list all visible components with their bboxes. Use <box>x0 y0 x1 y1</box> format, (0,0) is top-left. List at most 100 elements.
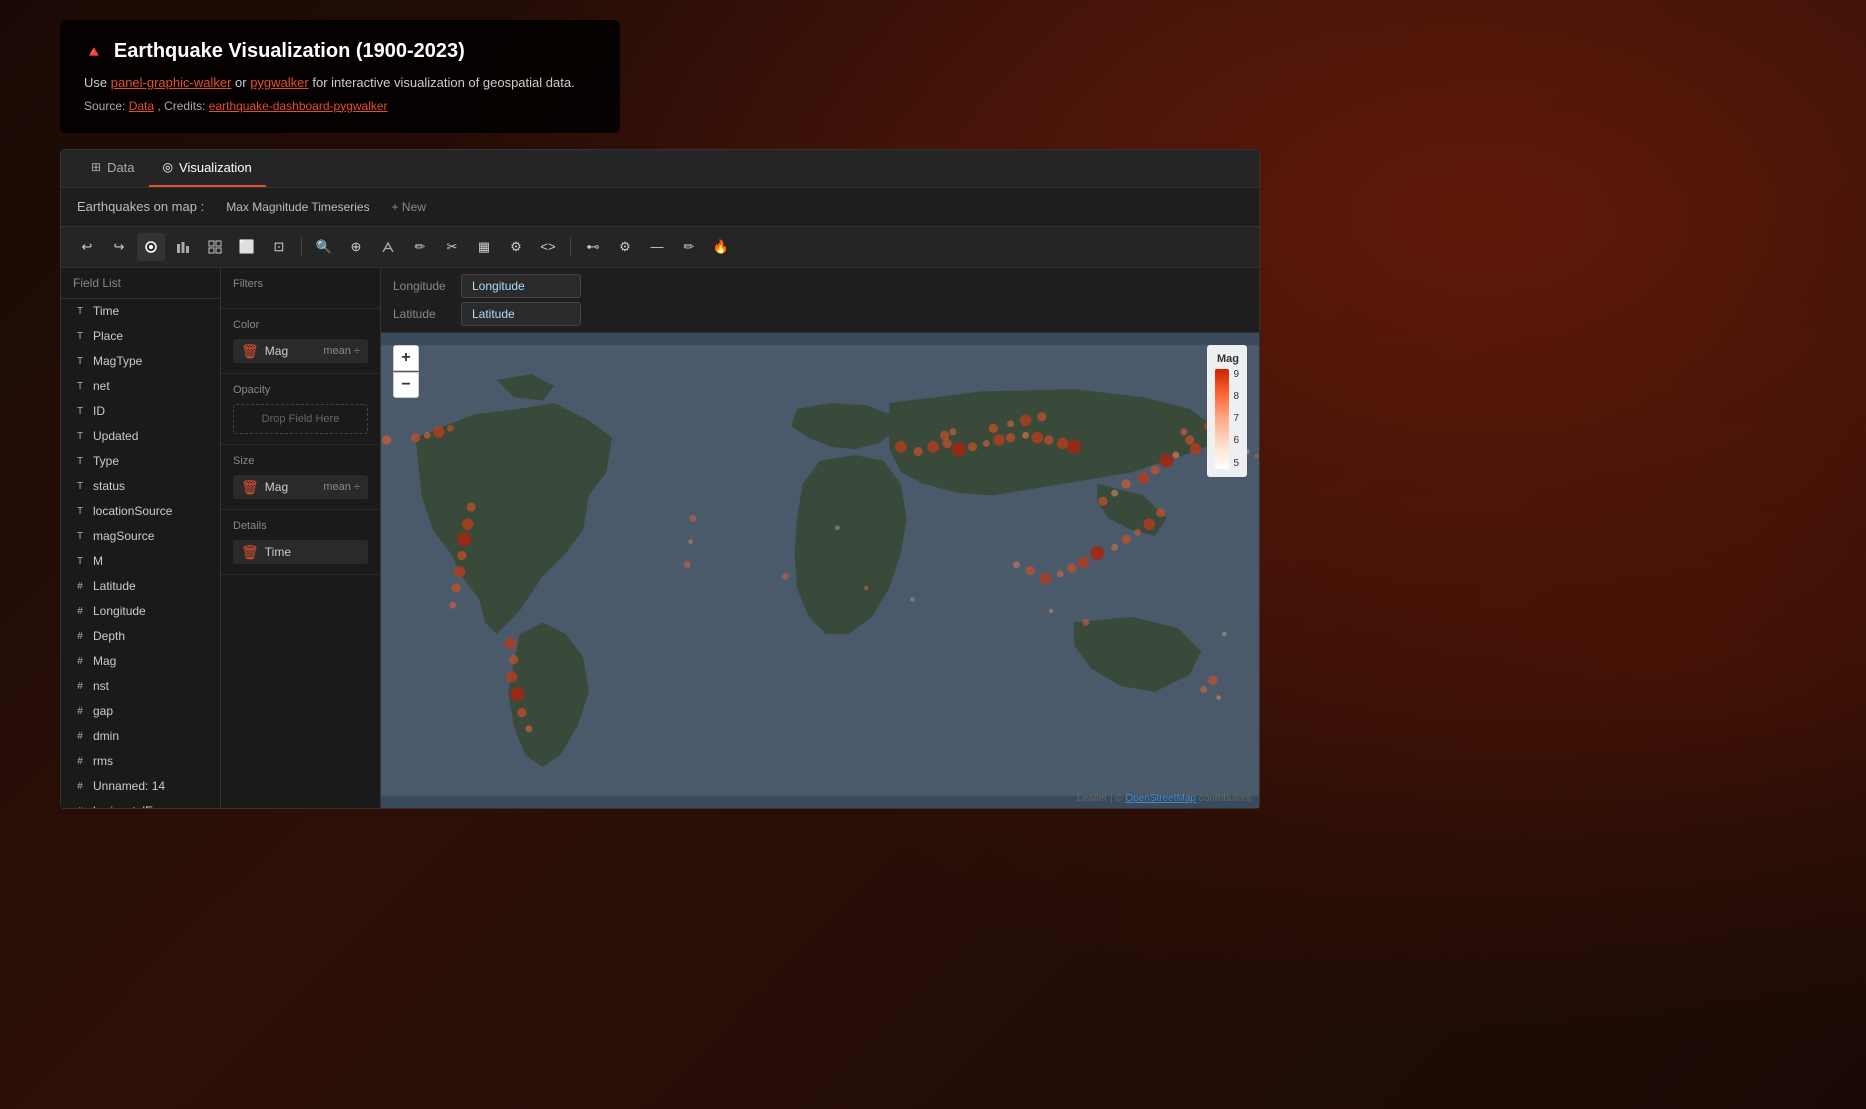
map-attribution: Leaflet | © OpenStreetMap contributors <box>1077 793 1251 804</box>
main-panel: ⊞ Data ◎ Visualization Earthquakes on ma… <box>60 149 1260 809</box>
field-item[interactable]: TM⋮ <box>61 549 220 574</box>
toolbar-chart-type-3[interactable] <box>201 233 229 261</box>
field-item[interactable]: Tstatus⋮ <box>61 474 220 499</box>
details-chip-delete[interactable]: 🗑 <box>241 545 259 559</box>
toolbar-brush[interactable]: — <box>643 233 671 261</box>
field-item[interactable]: #Mag⋮ <box>61 649 220 674</box>
field-item[interactable]: #horizontalError⋮ <box>61 799 220 808</box>
header-box: 🔺 Earthquake Visualization (1900-2023) U… <box>60 20 620 133</box>
field-type-icon: T <box>73 331 87 342</box>
toolbar-settings-1[interactable]: ⚙ <box>502 233 530 261</box>
legend-value: 6 <box>1233 435 1239 446</box>
field-list-panel: Field List TTime⋮TPlace⋮TMagType⋮Tnet⋮TI… <box>61 268 221 808</box>
toolbar-sep-2 <box>570 237 571 257</box>
toolbar-redo[interactable]: ↪ <box>105 233 133 261</box>
field-item[interactable]: #nst⋮ <box>61 674 220 699</box>
field-type-icon: T <box>73 406 87 417</box>
tabs-bar: ⊞ Data ◎ Visualization <box>61 150 1259 188</box>
field-item[interactable]: TMagType⋮ <box>61 349 220 374</box>
field-type-icon: # <box>73 806 87 808</box>
field-name-label: ID <box>93 404 105 418</box>
field-item[interactable]: #Depth⋮ <box>61 624 220 649</box>
field-name-label: gap <box>93 704 113 718</box>
field-type-icon: T <box>73 306 87 317</box>
map-controls: + − <box>393 345 419 398</box>
size-chip[interactable]: 🗑 Mag mean ÷ <box>233 475 368 499</box>
field-item[interactable]: TID⋮ <box>61 399 220 424</box>
map-container[interactable]: + − Mag 98765 Leaflet | © <box>381 333 1259 808</box>
panel-graphic-walker-link[interactable]: panel-graphic-walker <box>111 75 232 90</box>
field-name-label: M <box>93 554 103 568</box>
field-item[interactable]: TType⋮ <box>61 449 220 474</box>
page-title: Earthquake Visualization (1900-2023) <box>114 40 465 63</box>
field-item[interactable]: TlocationSource⋮ <box>61 499 220 524</box>
latitude-label: Latitude <box>393 307 453 321</box>
color-chip[interactable]: 🗑 Mag mean ÷ <box>233 339 368 363</box>
toolbar-mode-1[interactable]: ⊕ <box>342 233 370 261</box>
longitude-field[interactable]: Longitude <box>461 274 581 298</box>
toolbar-table[interactable]: ⊡ <box>265 233 293 261</box>
toolbar: ↩ ↪ ⬜ ⊡ 🔍 ⊕ ✏ ✂ ▦ ⚙ <> ⊷ <box>61 227 1259 268</box>
field-item[interactable]: #dmin⋮ <box>61 724 220 749</box>
toolbar-pen[interactable]: ✏ <box>406 233 434 261</box>
size-label: Size <box>233 455 368 467</box>
legend-bar <box>1215 369 1229 469</box>
field-item[interactable]: TTime⋮ <box>61 299 220 324</box>
filters-label: Filters <box>233 278 368 290</box>
toolbar-mode-2[interactable] <box>374 233 402 261</box>
toolbar-zoom-in[interactable]: 🔍 <box>310 233 338 261</box>
field-item[interactable]: TmagSource⋮ <box>61 524 220 549</box>
details-chip[interactable]: 🗑 Time <box>233 540 368 564</box>
details-section: Details 🗑 Time <box>221 510 380 575</box>
field-item[interactable]: TUpdated⋮ <box>61 424 220 449</box>
field-item[interactable]: TPlace⋮ <box>61 324 220 349</box>
toolbar-grid[interactable]: ▦ <box>470 233 498 261</box>
opacity-label: Opacity <box>233 384 368 396</box>
toolbar-code[interactable]: <> <box>534 233 562 261</box>
subtabs-bar: Earthquakes on map : Max Magnitude Times… <box>61 188 1259 227</box>
toolbar-copy[interactable]: ⬜ <box>233 233 261 261</box>
world-map-svg <box>381 333 1259 808</box>
toolbar-chart-type-2[interactable] <box>169 233 197 261</box>
toolbar-edit[interactable]: ✏ <box>675 233 703 261</box>
zoom-in-button[interactable]: + <box>393 345 419 371</box>
toolbar-link[interactable]: ⊷ <box>579 233 607 261</box>
tab-data[interactable]: ⊞ Data <box>77 150 149 187</box>
latitude-field[interactable]: Latitude <box>461 302 581 326</box>
color-chip-delete[interactable]: 🗑 <box>241 344 259 358</box>
toolbar-settings-2[interactable]: ⚙ <box>611 233 639 261</box>
data-link[interactable]: Data <box>129 99 154 113</box>
field-type-icon: T <box>73 556 87 567</box>
field-type-icon: # <box>73 681 87 692</box>
credits-link[interactable]: earthquake-dashboard-pygwalker <box>209 99 388 113</box>
size-chip-agg: mean ÷ <box>323 481 360 493</box>
tab-visualization[interactable]: ◎ Visualization <box>149 150 266 187</box>
field-item[interactable]: Tnet⋮ <box>61 374 220 399</box>
field-item[interactable]: #Unnamed: 14⋮ <box>61 774 220 799</box>
opacity-drop-zone[interactable]: Drop Field Here <box>233 404 368 434</box>
field-type-icon: T <box>73 481 87 492</box>
field-item[interactable]: #Latitude⋮ <box>61 574 220 599</box>
toolbar-fire[interactable]: 🔥 <box>707 233 735 261</box>
toolbar-scissors[interactable]: ✂ <box>438 233 466 261</box>
field-name-label: Place <box>93 329 123 343</box>
openstreetmap-link[interactable]: OpenStreetMap <box>1125 793 1196 804</box>
toolbar-chart-type-1[interactable] <box>137 233 165 261</box>
toolbar-undo[interactable]: ↩ <box>73 233 101 261</box>
pygwalker-link[interactable]: pygwalker <box>250 75 309 90</box>
field-type-icon: T <box>73 506 87 517</box>
field-item[interactable]: #Longitude⋮ <box>61 599 220 624</box>
legend-gradient: 98765 <box>1215 369 1239 469</box>
field-name-label: Updated <box>93 429 138 443</box>
field-item[interactable]: #rms⋮ <box>61 749 220 774</box>
subtab-new[interactable]: + New <box>392 200 426 214</box>
field-name-label: locationSource <box>93 504 172 518</box>
field-item[interactable]: #gap⋮ <box>61 699 220 724</box>
color-section: Color 🗑 Mag mean ÷ <box>221 309 380 374</box>
header-source: Source: Data , Credits: earthquake-dashb… <box>84 99 596 113</box>
size-chip-delete[interactable]: 🗑 <box>241 480 259 494</box>
field-type-icon: # <box>73 731 87 742</box>
zoom-out-button[interactable]: − <box>393 372 419 398</box>
field-list-scroll[interactable]: TTime⋮TPlace⋮TMagType⋮Tnet⋮TID⋮TUpdated⋮… <box>61 299 220 808</box>
subtab-timeseries[interactable]: Max Magnitude Timeseries <box>216 196 379 218</box>
